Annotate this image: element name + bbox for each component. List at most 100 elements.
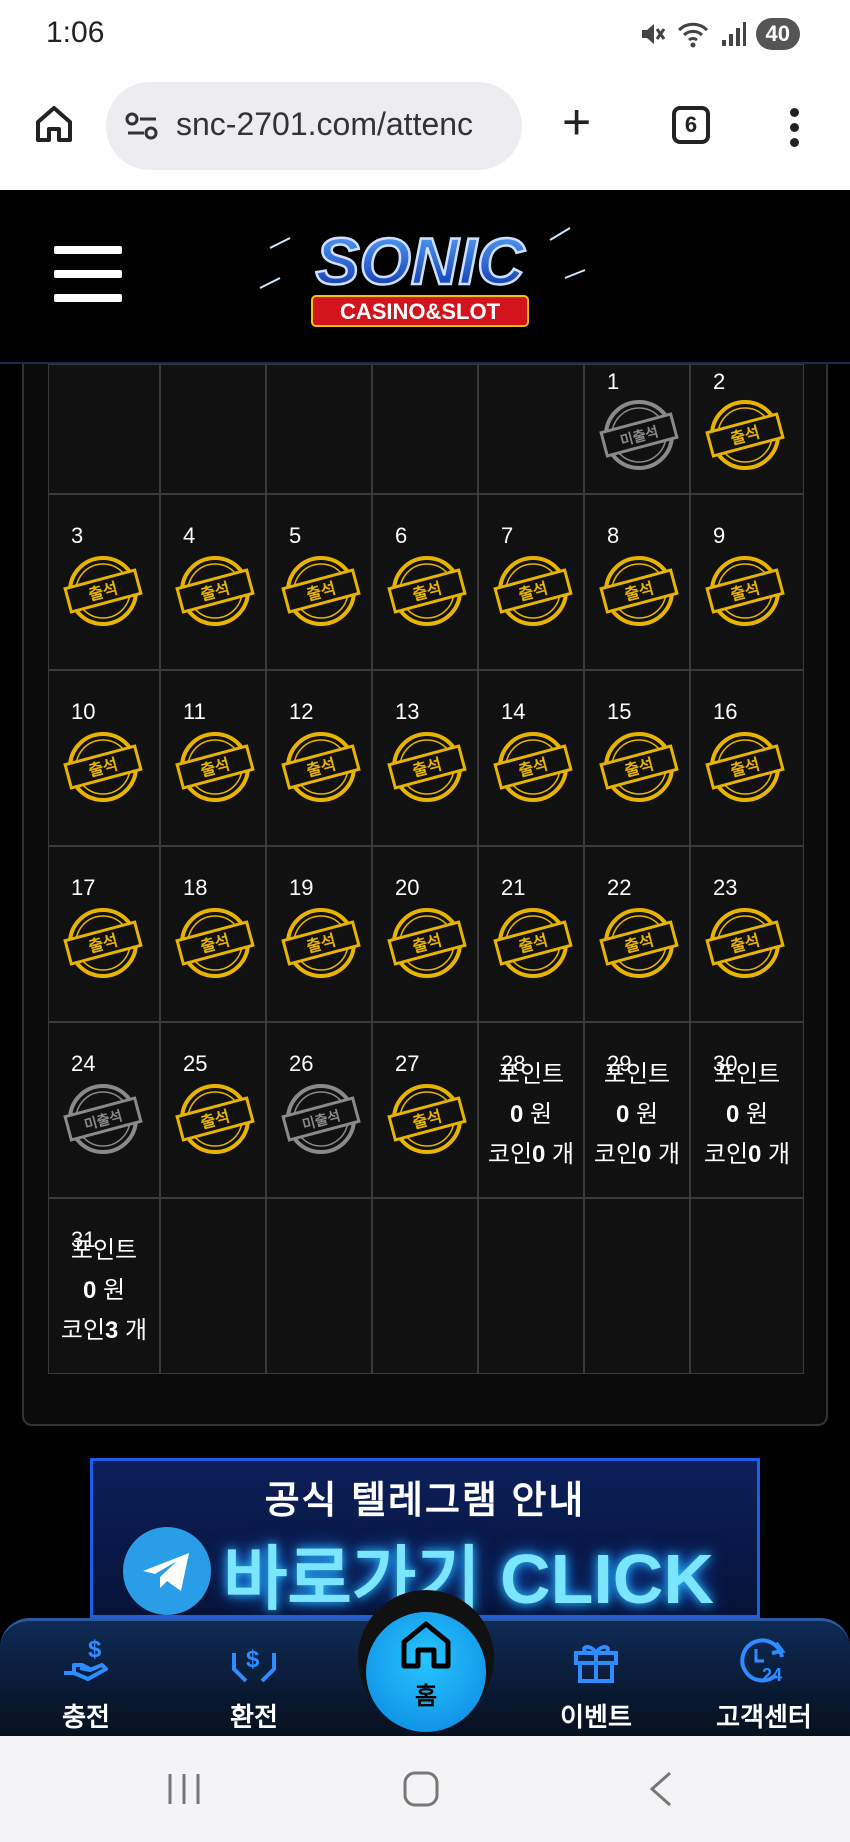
attended-stamp-icon: 출석 (493, 908, 573, 978)
attended-stamp-icon: 출석 (281, 732, 361, 802)
mute-icon (641, 24, 665, 44)
reward-info: 포인트 0 원 코인0 개 (691, 1055, 803, 1175)
day-number: 13 (395, 699, 420, 724)
calendar-day-cell: 4 출석 (160, 494, 266, 670)
attended-stamp-icon: 출석 (493, 556, 573, 626)
url-text[interactable]: snc-2701.com/attenc (176, 106, 516, 143)
day-number: 3 (71, 523, 84, 548)
calendar-day-cell: 15 출석 (584, 670, 690, 846)
status-bar: 1:06 40 (0, 0, 850, 72)
coin-value: 코인0 개 (703, 1141, 791, 1168)
day-number: 8 (607, 523, 620, 548)
day-number: 23 (713, 875, 738, 900)
calendar-day-cell: 19 출석 (266, 846, 372, 1022)
new-tab-icon[interactable]: + (562, 97, 591, 147)
coin-value: 코인0 개 (593, 1141, 681, 1168)
attendance-calendar: 1 미출석 2 출석 3 출석 4 출석 5 출석 6 출석 7 출석 8 출석 9 출석 10 출석 11 출석 12 출석… (22, 364, 828, 1426)
day-number: 15 (607, 699, 632, 724)
nav-deposit-label: 충전 (62, 1702, 110, 1732)
attended-stamp-icon: 출석 (63, 556, 143, 626)
recent-apps-icon[interactable] (166, 1772, 202, 1806)
point-value: 0 원 (82, 1277, 126, 1304)
nav-deposit[interactable]: $ 충전 (26, 1633, 146, 1734)
attended-stamp-icon: 출석 (705, 908, 785, 978)
nav-home-label: 홈 (414, 1683, 438, 1710)
day-number: 20 (395, 875, 420, 900)
day-number: 11 (183, 699, 206, 724)
calendar-day-cell: 24 미출석 (48, 1022, 160, 1198)
nav-event-label: 이벤트 (560, 1702, 632, 1732)
attended-stamp-icon: 출석 (705, 400, 785, 470)
calendar-day-cell (478, 1198, 584, 1374)
attended-stamp-icon: 출석 (175, 908, 255, 978)
calendar-day-cell: 5 출석 (266, 494, 372, 670)
absent-stamp-icon: 미출석 (599, 400, 679, 470)
attended-stamp-icon: 출석 (387, 1084, 467, 1154)
nav-home-circle: 홈 (366, 1612, 486, 1732)
reward-info: 포인트 0 원 코인0 개 (585, 1055, 689, 1175)
calendar-day-cell (266, 1198, 372, 1374)
attended-stamp-icon: 출석 (175, 732, 255, 802)
attended-stamp-icon: 출석 (175, 1084, 255, 1154)
browser-toolbar: snc-2701.com/attenc + 6 (0, 72, 850, 190)
nav-home-button[interactable]: 홈 (358, 1590, 494, 1732)
site-settings-icon[interactable] (124, 110, 160, 142)
calendar-day-cell: 11 출석 (160, 670, 266, 846)
attended-stamp-icon: 출석 (387, 908, 467, 978)
gift-icon (574, 1645, 618, 1683)
sonic-logo[interactable]: SONIC CASINO&SLOT (250, 218, 590, 338)
nav-support[interactable]: 24 고객센터 (704, 1633, 824, 1734)
point-label: 포인트 (497, 1061, 565, 1088)
calendar-day-cell: 7 출석 (478, 494, 584, 670)
day-number: 22 (607, 875, 632, 900)
attended-stamp-icon: 출석 (493, 732, 573, 802)
day-number: 16 (713, 699, 738, 724)
day-number: 5 (289, 523, 302, 548)
browser-menu-icon[interactable] (790, 108, 800, 153)
tab-switcher-button[interactable]: 6 (672, 106, 710, 144)
deposit-icon: $ (64, 1636, 108, 1681)
attended-stamp-icon: 출석 (599, 908, 679, 978)
day-number: 9 (713, 523, 726, 548)
browser-home-icon[interactable] (32, 102, 76, 146)
nav-withdraw[interactable]: $ 환전 (194, 1633, 314, 1734)
day-number: 2 (713, 369, 726, 394)
day-number: 27 (395, 1051, 420, 1076)
attended-stamp-icon: 출석 (387, 732, 467, 802)
point-label: 포인트 (713, 1061, 781, 1088)
absent-stamp-icon: 미출석 (281, 1084, 361, 1154)
svg-text:CASINO&SLOT: CASINO&SLOT (340, 299, 501, 324)
status-time: 1:06 (46, 16, 105, 49)
day-number: 19 (289, 875, 314, 900)
calendar-day-cell (48, 364, 160, 494)
calendar-day-cell: 8 출석 (584, 494, 690, 670)
attended-stamp-icon: 출석 (175, 556, 255, 626)
calendar-day-cell (372, 364, 478, 494)
banner-title: 공식 텔레그램 안내 (264, 1480, 586, 1522)
day-number: 17 (71, 875, 96, 900)
support-24-icon: 24 (740, 1638, 786, 1685)
attended-stamp-icon: 출석 (705, 732, 785, 802)
calendar-day-cell: 25 출석 (160, 1022, 266, 1198)
calendar-day-cell (160, 1198, 266, 1374)
battery-indicator: 40 (755, 18, 800, 50)
calendar-day-cell (584, 1198, 690, 1374)
android-home-icon[interactable] (402, 1770, 440, 1808)
address-bar[interactable]: snc-2701.com/attenc (106, 82, 522, 170)
calendar-day-cell: 28 포인트 0 원 코인0 개 (478, 1022, 584, 1198)
reward-info: 포인트 0 원 코인0 개 (479, 1055, 583, 1175)
withdraw-icon: $ (232, 1646, 276, 1683)
hamburger-menu-icon[interactable] (54, 246, 122, 318)
calendar-day-cell: 31 포인트 0 원 코인3 개 (48, 1198, 160, 1374)
day-number: 6 (395, 523, 408, 548)
svg-text:$: $ (246, 1646, 260, 1673)
calendar-day-cell: 14 출석 (478, 670, 584, 846)
back-icon[interactable] (646, 1770, 676, 1808)
site-header: SONIC CASINO&SLOT (0, 190, 850, 364)
calendar-day-cell: 17 출석 (48, 846, 160, 1022)
svg-text:$: $ (88, 1636, 102, 1663)
nav-event[interactable]: 이벤트 (536, 1633, 656, 1734)
day-number: 21 (501, 875, 526, 900)
day-number: 26 (289, 1051, 314, 1076)
calendar-day-cell (690, 1198, 804, 1374)
